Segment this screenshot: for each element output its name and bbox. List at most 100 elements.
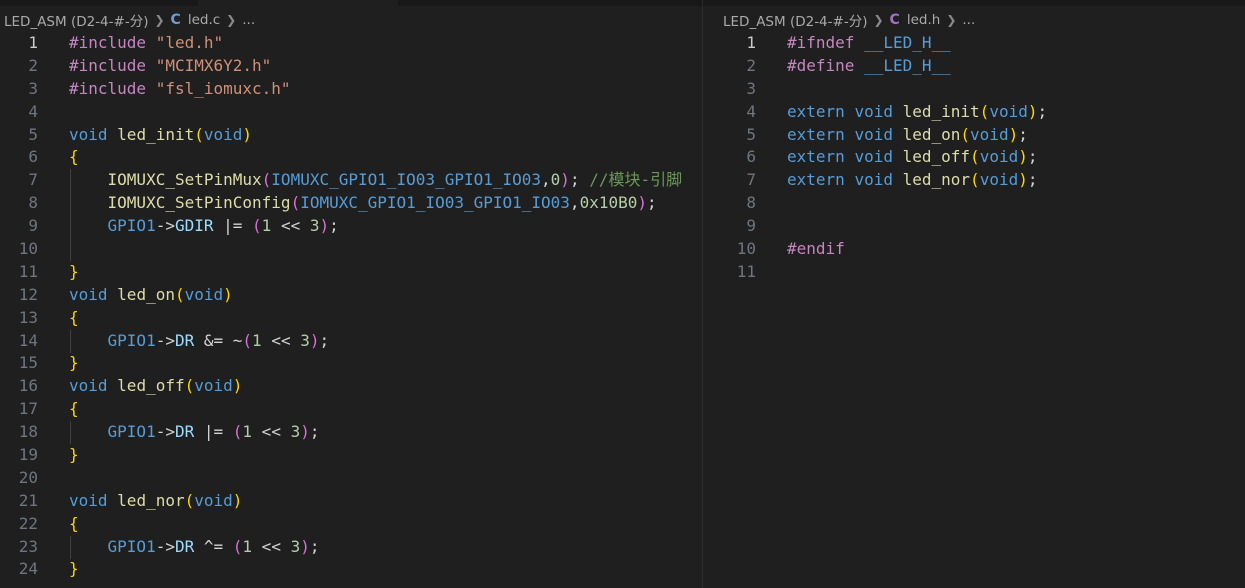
breadcrumb-file[interactable]: C led.h [890,12,941,28]
code-line[interactable]: 2 #define __LED_H__ [703,55,1245,78]
code-token: __LED_H__ [864,33,951,52]
code-token: |= [194,422,233,442]
code-line[interactable]: 4 extern void led_init(void); [703,101,1245,124]
code-line[interactable]: 7 IOMUXC_SetPinMux(IOMUXC_GPIO1_IO03_GPI… [0,169,702,192]
code-token: #define [787,55,865,75]
breadcrumb-more[interactable]: ... [962,12,975,28]
code-token: led_off [902,147,971,167]
code-line[interactable]: 1 #ifndef __LED_H__ [703,32,1245,55]
line-number: 10 [18,239,38,259]
code-line[interactable]: 5 void led_init(void) [0,124,702,147]
code-text: } [69,444,79,467]
code-line[interactable]: 7 extern void led_nor(void); [703,169,1245,192]
code-token: ; [309,422,320,442]
code-line[interactable]: 18 GPIO1->DR |= (1 << 3); [0,421,702,444]
code-token: ; [319,330,330,350]
line-number: 2 [28,55,38,75]
code-token: 3 [300,330,310,350]
line-number: 3 [746,78,756,98]
code-token: ; [309,536,320,556]
breadcrumb: LED_ASM (D2-4-#-分) ❯ C led.c ❯ ... [4,8,255,32]
breadcrumb-more[interactable]: ... [242,12,255,28]
code-line[interactable]: 22 { [0,513,702,536]
code-token: void [69,490,108,510]
breadcrumb-folder[interactable]: LED_ASM (D2-4-#-分) [723,10,867,30]
code-token: 1 [252,330,262,350]
indent-guide [70,169,71,261]
code-line[interactable]: 15} [0,352,702,375]
code-text: void led_nor(void) [69,490,242,513]
code-text: void led_on(void) [69,284,233,307]
tab-strip-edge [0,0,702,6]
code-line[interactable]: 21 void led_nor(void) [0,490,702,513]
code-line[interactable]: 9 [703,215,1245,238]
code-token: led_off [117,376,185,396]
line-number: 8 [28,193,38,213]
line-number: 23 [18,536,38,556]
code-token: void [194,490,233,510]
code-editor-right[interactable]: 1 #ifndef __LED_H__ 2 #define __LED_H__ 3 4 ex… [703,32,1245,588]
code-line[interactable]: 11} [0,261,702,284]
code-line[interactable]: 10 [0,238,702,261]
code-token: |= [213,216,253,236]
breadcrumb-file[interactable]: C led.c [171,12,221,28]
code-line[interactable]: 13 { [0,307,702,330]
code-token: IOMUXC_SetPinMux [107,170,262,190]
code-token: #include [69,78,156,98]
code-line[interactable]: 14 GPIO1->DR &= ~(1 << 3); [0,330,702,353]
code-line[interactable]: 8 IOMUXC_SetPinConfig(IOMUXC_GPIO1_IO03_… [0,192,702,215]
code-line[interactable]: 16 void led_off(void) [0,375,702,398]
code-line[interactable]: 6 extern void led_off(void); [703,146,1245,169]
code-line[interactable]: 2 #include "MCIMX6Y2.h" [0,55,702,78]
code-line[interactable]: 5 extern void led_on(void); [703,124,1245,147]
line-number: 1 [746,33,756,52]
code-token: } [69,353,79,373]
code-line[interactable]: 23 GPIO1->DR ^= (1 << 3); [0,536,702,559]
tab-led-c[interactable] [198,0,398,6]
code-line[interactable]: 1 #include "led.h" [0,32,702,55]
code-line[interactable]: 3 [703,78,1245,101]
code-token: void [194,376,233,396]
code-token: ) [560,170,570,190]
line-number: 9 [746,216,756,236]
code-line[interactable]: 4 [0,101,702,124]
code-line[interactable]: 20 [0,467,702,490]
editor-group-right[interactable]: LED_ASM (D2-4-#-分) ❯ C led.h ❯ ... 1 #ifn… [703,0,1245,588]
code-line[interactable]: 17 { [0,398,702,421]
code-line[interactable]: 24} [0,558,702,581]
code-line[interactable]: 8 [703,192,1245,215]
code-token: GPIO1 [107,536,156,556]
code-token: led_on [902,124,961,144]
code-text: #endif [787,238,845,261]
editor-group-left[interactable]: LED_ASM (D2-4-#-分) ❯ C led.c ❯ ... 1 #inc… [0,0,703,588]
line-number: 12 [18,284,38,304]
code-token: void [970,124,1009,144]
code-token: led_init [117,124,195,144]
code-token: ( [184,490,195,510]
code-line[interactable]: 6{ [0,146,702,169]
code-line[interactable]: 3 #include "fsl_iomuxc.h" [0,78,702,101]
code-line[interactable]: 10 #endif [703,238,1245,261]
code-line[interactable]: 19} [0,444,702,467]
code-token: -> [155,216,175,236]
breadcrumb-folder[interactable]: LED_ASM (D2-4-#-分) [4,10,148,30]
code-editor-left[interactable]: 1 #include "led.h" 2 #include "MCIMX6Y2.h" 3… [0,32,702,588]
code-token: "fsl_iomuxc.h" [155,78,291,98]
code-text: void led_init(void) [69,124,252,147]
code-token: ) [1018,170,1028,190]
code-token: 1 [261,216,272,236]
code-token: led_init [902,101,980,121]
code-token: led_nor [902,170,971,190]
code-line[interactable]: 11 [703,261,1245,284]
code-token: ( [960,124,971,144]
code-line[interactable]: 12 void led_on(void) [0,284,702,307]
code-line[interactable]: 9 GPIO1->GDIR |= (1 << 3); [0,215,702,238]
code-token: ) [1018,147,1028,167]
